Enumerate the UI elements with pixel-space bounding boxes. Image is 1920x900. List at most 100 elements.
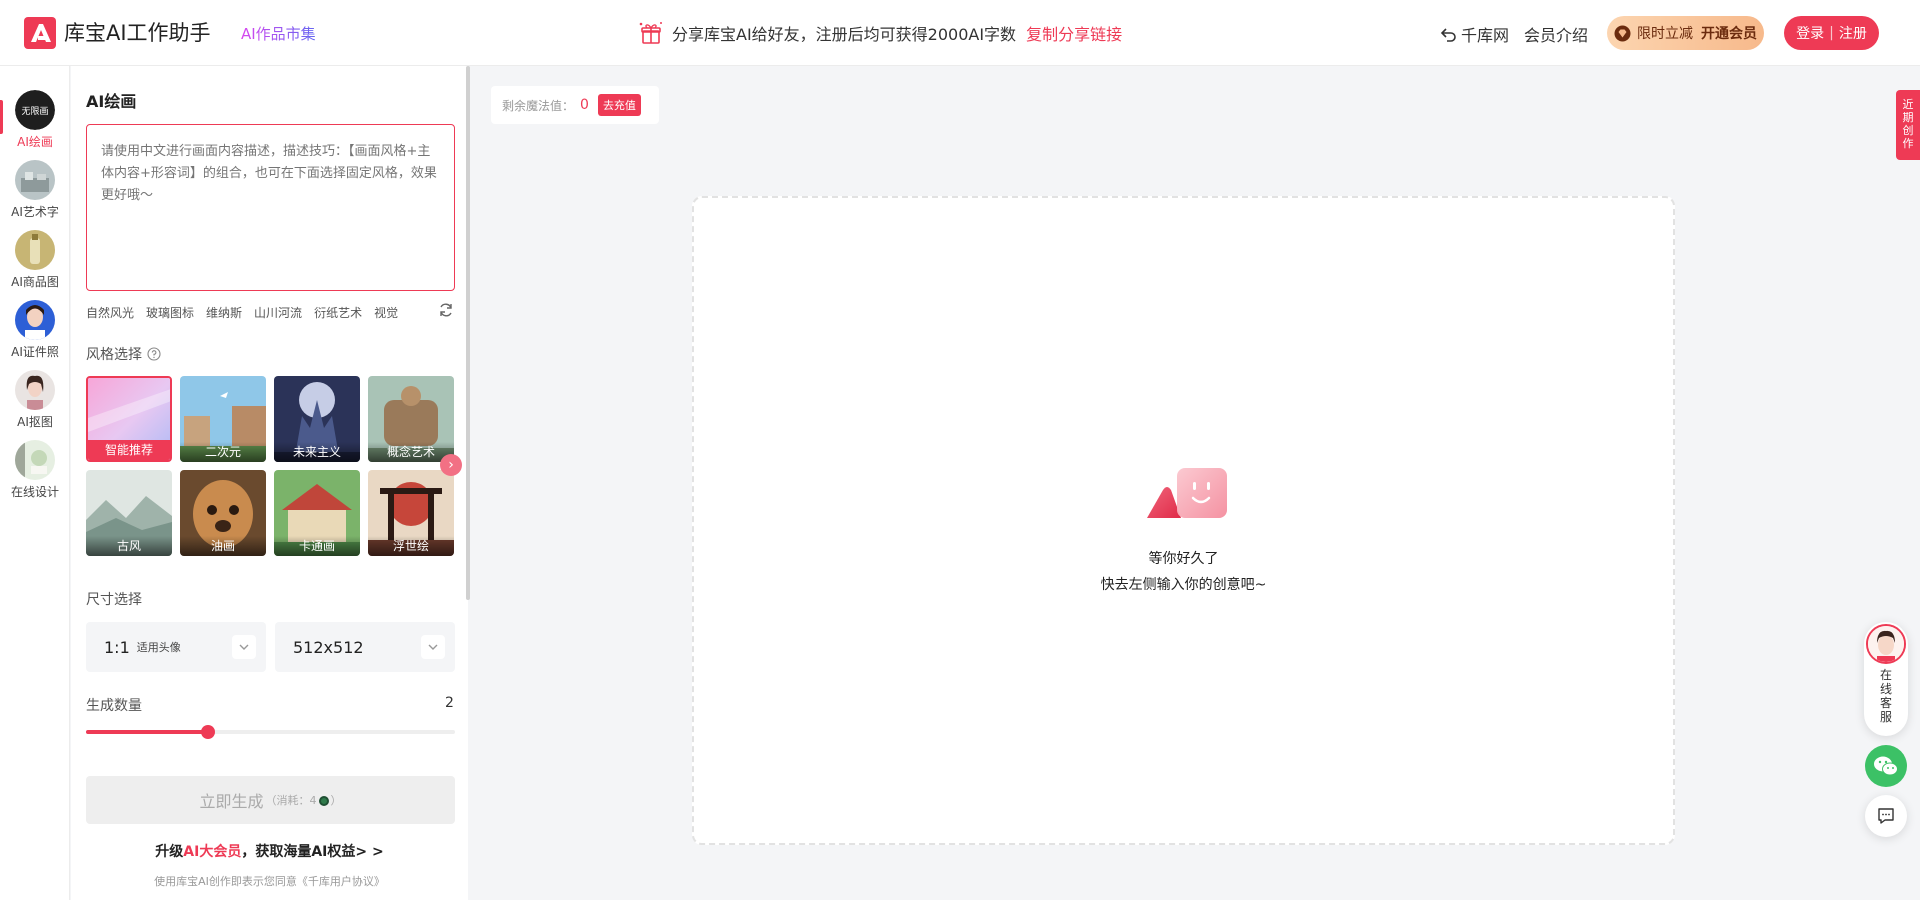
style-card-smart[interactable]: 智能推荐 <box>86 376 172 462</box>
rail-item-label: AI艺术字 <box>11 205 59 219</box>
rail-item-label: AI抠图 <box>17 415 53 429</box>
recharge-button[interactable]: 去充值 <box>597 94 641 116</box>
ai-painting-icon: 无限画 <box>15 90 55 130</box>
generate-label: 立即生成 <box>199 792 264 811</box>
style-label: 卡通画 <box>274 536 360 556</box>
rail-item-label: AI证件照 <box>11 345 59 359</box>
question-circle-icon[interactable] <box>147 347 161 361</box>
nav-qianku-label: 千库网 <box>1461 26 1510 45</box>
magic-label: 剩余魔法值： <box>502 98 575 113</box>
rail-item-ai-product[interactable]: AI商品图 <box>0 230 70 292</box>
online-service-label: 在线客服 <box>1879 668 1892 724</box>
rail-badge-text: 无限画 <box>21 106 48 117</box>
magic-value: 0 <box>580 97 589 113</box>
register-link[interactable]: 注册 <box>1839 23 1867 43</box>
ratio-select[interactable]: 1:1 适用头像 <box>86 622 266 672</box>
prompt-tag-list: 自然风光 玻璃图标 维纳斯 山川河流 衍纸艺术 视觉 <box>86 304 410 321</box>
rail-item-ai-id-photo[interactable]: AI证件照 <box>0 300 70 362</box>
style-card-oil-painting[interactable]: 油画 <box>180 470 266 556</box>
ai-painting-panel: AI绘画 自然风光 玻璃图标 维纳斯 山川河流 衍纸艺术 视觉 风格选择 智能推… <box>71 66 468 900</box>
prompt-tag[interactable]: 玻璃图标 <box>146 304 194 321</box>
count-value: 2 <box>445 695 454 711</box>
ai-id-photo-icon <box>15 300 55 340</box>
coin-icon <box>318 796 329 806</box>
prompt-tag[interactable]: 维纳斯 <box>206 304 242 321</box>
size-heading: 尺寸选择 <box>86 592 142 608</box>
prompt-tag[interactable]: 山川河流 <box>254 304 302 321</box>
rail-item-online-design[interactable]: 在线设计 <box>0 440 70 502</box>
ai-art-text-icon <box>15 160 55 200</box>
works-market-link[interactable]: AI作品市集 <box>241 23 316 44</box>
style-label: 智能推荐 <box>88 440 170 460</box>
upgrade-link[interactable]: 升级AI大会员，获取海量AI权益> > <box>71 841 468 861</box>
share-text: 分享库宝AI给好友，注册后均可获得2000AI字数 <box>672 25 1017 44</box>
result-canvas: 等你好久了 快去左侧输入你的创意吧~ <box>692 196 1675 845</box>
online-service-widget[interactable]: 在线客服 <box>1864 622 1908 736</box>
login-link[interactable]: 登录 <box>1796 23 1824 43</box>
style-card-cartoon[interactable]: 卡通画 <box>274 470 360 556</box>
ai-cutout-icon <box>15 370 55 410</box>
rail-item-label: 在线设计 <box>10 485 59 499</box>
style-next-arrow-icon[interactable]: › <box>440 454 462 476</box>
upgrade-suffix: ，获取海量AI权益> > <box>241 844 384 860</box>
rail-item-ai-cutout[interactable]: AI抠图 <box>0 370 70 432</box>
style-card-concept-art[interactable]: 概念艺术 <box>368 376 454 462</box>
style-heading-label: 风格选择 <box>86 347 142 363</box>
style-label: 浮世绘 <box>368 536 454 556</box>
top-header: 库宝AI工作助手 AI作品市集 分享库宝AI给好友，注册后均可获得2000AI字… <box>0 0 1920 66</box>
count-slider-thumb[interactable] <box>200 725 215 739</box>
open-vip-button[interactable]: 限时立减 开通会员 <box>1607 16 1764 50</box>
ratio-hint: 适用头像 <box>136 641 181 654</box>
prompt-input[interactable] <box>86 124 455 291</box>
gift-icon <box>639 22 662 44</box>
chevron-down-icon <box>421 635 445 659</box>
empty-message-title: 等你好久了 <box>1148 551 1219 567</box>
style-card-ancient[interactable]: 古风 <box>86 470 172 556</box>
upgrade-prefix: 升级 <box>155 844 184 860</box>
style-heading: 风格选择 <box>86 344 161 364</box>
diamond-icon <box>1614 25 1631 41</box>
nav-qianku[interactable]: 千库网 <box>1440 22 1509 46</box>
service-avatar <box>1866 624 1906 664</box>
ratio-value: 1:1 <box>104 637 130 657</box>
prompt-tag[interactable]: 自然风光 <box>86 304 134 321</box>
style-card-anime[interactable]: 二次元 <box>180 376 266 462</box>
style-label: 古风 <box>86 536 172 556</box>
style-label: 油画 <box>180 536 266 556</box>
prompt-tag[interactable]: 视觉 <box>374 304 398 321</box>
recent-creations-tab[interactable]: 近期创作 <box>1896 90 1920 160</box>
resolution-select[interactable]: 512x512 <box>275 622 455 672</box>
empty-message-hint: 快去左侧输入你的创意吧~ <box>1100 577 1267 593</box>
back-arrow-icon <box>1440 28 1456 42</box>
left-tool-rail: 无限画 AI绘画 AI艺术字 AI商品图 AI证件照 AI抠图 在线设计 <box>0 66 70 900</box>
rail-item-ai-art-text[interactable]: AI艺术字 <box>0 160 70 222</box>
upgrade-highlight: AI大会员 <box>183 844 242 860</box>
feedback-chat-icon[interactable] <box>1865 795 1907 837</box>
rail-item-ai-painting[interactable]: 无限画 AI绘画 <box>0 90 70 152</box>
rail-item-label: AI绘画 <box>17 135 53 149</box>
generate-button[interactable]: 立即生成 （消耗：4 ） <box>86 776 455 824</box>
copy-share-link[interactable]: 复制分享链接 <box>1026 21 1122 45</box>
count-slider-fill <box>86 730 208 734</box>
wechat-icon[interactable] <box>1865 745 1907 787</box>
prompt-tag[interactable]: 衍纸艺术 <box>314 304 362 321</box>
vip-label: 开通会员 <box>1701 26 1757 42</box>
login-register-button[interactable]: 登录 | 注册 <box>1784 16 1879 50</box>
user-agreement-text[interactable]: 使用库宝AI创作即表示您同意《千库用户协议》 <box>71 873 468 889</box>
kubao-logo-icon[interactable] <box>24 17 56 49</box>
generate-cost-suffix: ） <box>330 794 342 807</box>
count-slider[interactable] <box>86 725 455 739</box>
empty-smile-icon <box>1147 468 1227 518</box>
panel-scrollbar[interactable] <box>466 66 470 600</box>
style-card-futurism[interactable]: 未来主义 <box>274 376 360 462</box>
style-label: 二次元 <box>180 442 266 462</box>
refresh-icon[interactable] <box>438 302 454 318</box>
style-card-ukiyoe[interactable]: 浮世绘 <box>368 470 454 556</box>
share-banner: 分享库宝AI给好友，注册后均可获得2000AI字数 复制分享链接 <box>638 20 1122 46</box>
login-separator: | <box>1829 25 1834 41</box>
nav-member-intro[interactable]: 会员介绍 <box>1524 22 1588 46</box>
online-design-icon <box>15 440 55 480</box>
ai-product-icon <box>15 230 55 270</box>
vip-prefix: 限时立减 <box>1637 26 1693 42</box>
app-title[interactable]: 库宝AI工作助手 <box>64 19 211 47</box>
